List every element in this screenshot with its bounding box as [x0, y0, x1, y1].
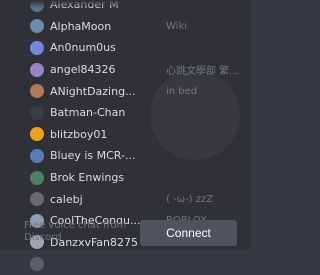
member-name: Bluey is MCR-... — [50, 149, 136, 163]
list-item[interactable]: calebj ( -ω-) zzZ — [30, 188, 250, 210]
list-item[interactable]: An0num0us — [30, 37, 250, 59]
connect-button[interactable]: Connect — [140, 220, 237, 246]
member-status: Wiki — [166, 20, 188, 32]
member-name: blitzboy01 — [50, 127, 108, 141]
list-item[interactable]: AlphaMoon Wiki — [30, 16, 250, 38]
avatar — [30, 256, 44, 271]
member-status: in bed — [166, 85, 198, 97]
avatar — [30, 105, 44, 120]
member-name: An0num0us — [50, 41, 116, 55]
footer-text: Free voice chat from Discord — [24, 220, 127, 243]
avatar — [30, 19, 44, 34]
member-name: AlphaMoon — [50, 19, 112, 33]
member-status: 心跳文學部 繁... — [166, 66, 239, 78]
member-name: Brok Enwings — [50, 171, 125, 185]
list-item[interactable]: Bluey is MCR-... — [30, 145, 250, 167]
scroll-fade — [0, 0, 250, 8]
avatar — [30, 127, 44, 142]
member-name: angel84326 — [50, 63, 116, 77]
member-name: calebj — [50, 192, 83, 206]
discord-widget: Alexander M AlphaMoon Wiki An0num0us ang… — [0, 0, 250, 271]
member-name: ANightDazing... — [50, 84, 136, 98]
avatar — [30, 148, 44, 163]
avatar — [30, 84, 44, 99]
member-name: Batman-Chan — [50, 106, 126, 120]
list-item[interactable]: blitzboy01 — [30, 124, 250, 146]
list-item[interactable]: Brok Enwings — [30, 167, 250, 189]
avatar — [30, 62, 44, 77]
list-item[interactable]: Batman-Chan — [30, 102, 250, 124]
avatar — [30, 192, 44, 207]
avatar — [30, 40, 44, 55]
list-item[interactable]: ANightDazing... in bed — [30, 80, 250, 102]
avatar — [30, 170, 44, 185]
member-status: ( -ω-) zzZ — [166, 193, 214, 205]
list-item[interactable] — [30, 253, 250, 275]
list-item[interactable]: angel84326 心跳文學部 繁... — [30, 59, 250, 81]
